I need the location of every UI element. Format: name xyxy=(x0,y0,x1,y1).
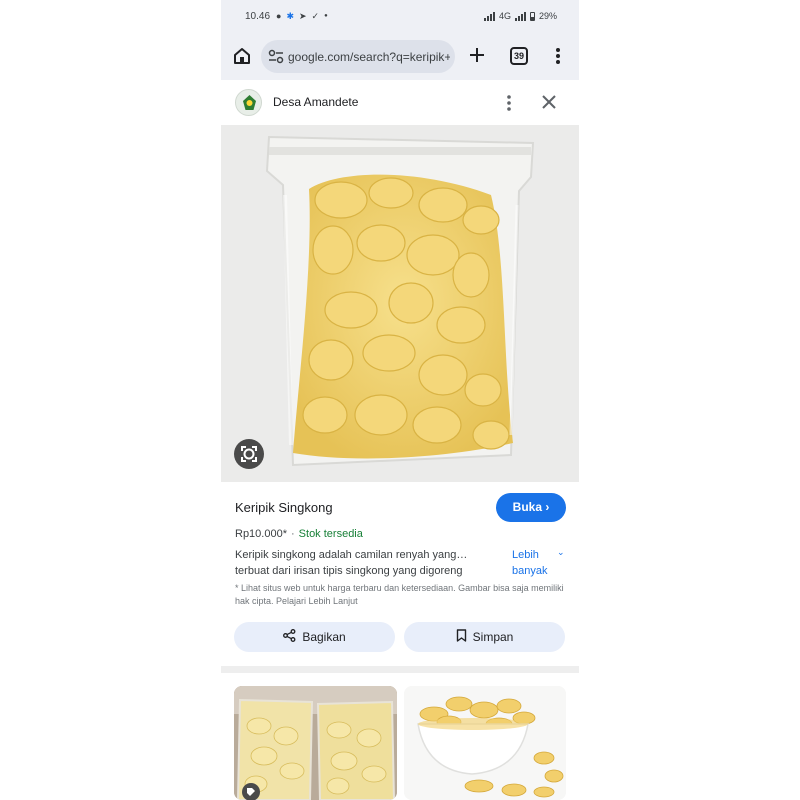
status-bar: 10.46 ● ✱ ➤ ✓ ● 4G 29% xyxy=(221,0,579,34)
tabs-icon[interactable]: 39 xyxy=(510,47,528,65)
lens-icon[interactable] xyxy=(234,439,264,469)
product-title: Keripik Singkong xyxy=(235,500,333,515)
bookmark-icon xyxy=(456,629,467,645)
more-vert-icon[interactable] xyxy=(554,46,562,66)
description-line-1: Keripik singkong adalah camilan renyah y… xyxy=(235,549,468,561)
save-button[interactable]: Simpan xyxy=(404,622,565,652)
section-divider xyxy=(221,666,579,673)
product-description: Keripik singkong adalah camilan renyah y… xyxy=(235,547,485,579)
related-chips-bowl-illustration xyxy=(404,686,566,800)
check-icon: ✓ xyxy=(311,11,320,21)
asterisk-icon: ✱ xyxy=(286,11,294,21)
address-bar[interactable]: google.com/search?q=keripik+ xyxy=(261,40,455,73)
site-name[interactable]: Desa Amandete xyxy=(273,95,358,109)
disclaimer-note: * Lihat situs web untuk harga terbaru da… xyxy=(235,583,564,606)
telegram-icon: ➤ xyxy=(298,11,307,21)
status-right: 4G 29% xyxy=(483,11,557,21)
notification-icons: ● ✱ ➤ ✓ ● xyxy=(276,9,328,23)
status-time: 10.46 xyxy=(245,11,271,22)
url-text[interactable]: google.com/search?q=keripik+ xyxy=(288,50,450,64)
tune-icon[interactable] xyxy=(268,49,284,65)
open-button-label: Buka xyxy=(512,500,542,514)
open-button[interactable]: Buka › xyxy=(496,493,566,522)
close-icon[interactable] xyxy=(541,94,557,110)
stock-status: Stok tersedia xyxy=(298,528,363,540)
battery-icon xyxy=(529,11,535,21)
message-icon: ● xyxy=(276,11,282,21)
chevron-right-icon: › xyxy=(545,500,550,514)
chips-bag-illustration xyxy=(265,135,535,467)
description-line-2: terbuat dari irisan tipis singkong yang … xyxy=(235,565,463,577)
battery-level: 29% xyxy=(538,11,557,21)
chevron-down-icon[interactable]: ⌄ xyxy=(557,547,565,558)
share-icon xyxy=(283,629,296,645)
home-icon[interactable] xyxy=(231,45,253,67)
product-image[interactable] xyxy=(221,125,579,482)
browser-toolbar: google.com/search?q=keripik+ 39 xyxy=(221,34,579,80)
network-label: 4G xyxy=(498,11,511,21)
share-button[interactable]: Bagikan xyxy=(234,622,395,652)
phone-screen: 10.46 ● ✱ ➤ ✓ ● 4G 29% google.com/search… xyxy=(221,0,579,800)
tag-icon xyxy=(242,783,260,800)
plus-icon[interactable] xyxy=(467,45,487,65)
price-row: Rp10.000* · Stok tersedia xyxy=(235,528,363,540)
signal-icon xyxy=(483,11,495,21)
more-vert-icon[interactable] xyxy=(505,94,513,112)
more-dot-icon: ● xyxy=(324,13,328,19)
related-image-1[interactable] xyxy=(234,686,397,800)
price: Rp10.000* xyxy=(235,528,287,540)
source-header: Desa Amandete xyxy=(221,80,579,125)
related-image-2[interactable] xyxy=(404,686,566,800)
separator-dot: · xyxy=(291,528,295,540)
save-button-label: Simpan xyxy=(472,630,514,644)
share-button-label: Bagikan xyxy=(302,630,346,644)
more-link[interactable]: Lebih banyak xyxy=(512,547,557,579)
site-logo-icon xyxy=(235,89,262,116)
signal-icon-2 xyxy=(514,11,526,21)
